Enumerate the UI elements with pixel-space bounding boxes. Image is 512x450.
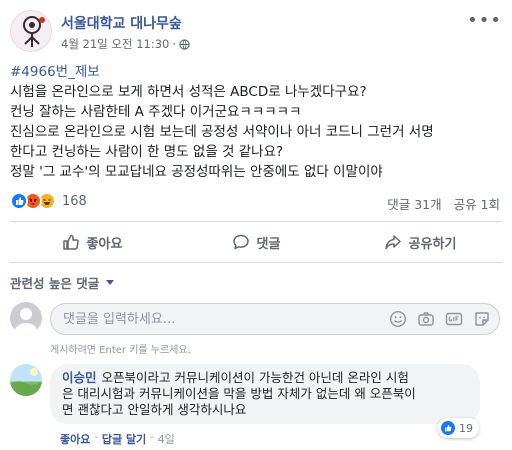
comment-composer — [50, 303, 500, 335]
comment-text-line: 오픈북이라고 커뮤니케이션이 가능한건 아닌데 온라인 시험 — [101, 370, 409, 385]
post-hashtag[interactable]: #4966번_제보 — [10, 64, 100, 80]
comment-button[interactable]: 댓글 — [174, 226, 338, 258]
comment-reaction-badge[interactable]: 19 — [438, 418, 479, 438]
sticker-icon[interactable] — [473, 310, 491, 328]
comment-author[interactable]: 이승민 — [62, 370, 97, 385]
like-reaction-icon — [10, 192, 28, 210]
user-avatar[interactable] — [10, 302, 42, 334]
comment-text-line: 면 괜찮다고 안일하게 생각하시나요 — [62, 402, 247, 417]
comment-count[interactable]: 댓글 31개 — [387, 197, 441, 212]
post-body: #4966번_제보 시험을 온라인으로 보게 하면서 성적은 ABCD로 나누겠… — [10, 62, 504, 182]
post-header: 서울대학교 대나무숲 4월 21일 오전 11:30 · ••• — [10, 8, 502, 56]
more-horizontal-icon[interactable]: ••• — [467, 12, 502, 30]
post-stats: 168 댓글 31개 공유 1회 — [10, 192, 502, 214]
post-line: 진심으로 온라인으로 시험 보는데 공정성 서약이나 아너 코드니 그런거 서명 — [10, 124, 434, 140]
post-line: 정말 '그 교수'의 모교답네요 공정성따위는 안중에도 없다 이말이야 — [10, 164, 383, 180]
reaction-summary[interactable]: 168 — [10, 192, 87, 210]
comment-sort-label: 관련성 높은 댓글 — [10, 276, 100, 291]
page-name[interactable]: 서울대학교 대나무숲 — [61, 13, 182, 33]
like-button[interactable]: 좋아요 — [10, 226, 174, 258]
comment-bubble: 이승민 오픈북이라고 커뮤니케이션이 가능한건 아닌데 온라인 시험 은 대리시험… — [50, 364, 480, 424]
reaction-count: 168 — [62, 193, 87, 209]
post-actions: 좋아요 댓글 공유하기 — [10, 226, 502, 258]
comment-dot: · — [94, 431, 98, 444]
share-arrow-icon — [384, 235, 401, 250]
post-line: 시험을 온라인으로 보게 하면서 성적은 ABCD로 나누겠다구요? — [10, 84, 367, 100]
comment-input[interactable] — [63, 304, 393, 334]
gif-icon[interactable] — [445, 310, 463, 328]
comment-reply-link[interactable]: 답글 달기 — [102, 431, 146, 447]
comment-actions: 좋아요 · 답글 달기 · 4일 — [60, 431, 175, 447]
thumbs-up-icon — [62, 234, 79, 250]
share-label: 공유하기 — [408, 236, 457, 252]
share-button[interactable]: 공유하기 — [338, 226, 502, 258]
comment-sort-dropdown[interactable]: 관련성 높은 댓글 — [10, 273, 115, 292]
comment-text-line: 은 대리시험과 커뮤니케이션을 막을 방법 자체가 없는데 왜 오픈북이 — [62, 386, 416, 401]
comment-share-counts: 댓글 31개 공유 1회 — [387, 194, 500, 213]
chevron-down-icon — [106, 280, 115, 285]
divider — [10, 221, 502, 222]
comment-label: 댓글 — [256, 236, 281, 252]
commenter-avatar[interactable] — [10, 364, 42, 396]
share-count[interactable]: 공유 1회 — [454, 197, 500, 212]
comment-reaction-count: 19 — [459, 421, 473, 435]
divider — [10, 262, 502, 263]
comment-like-link[interactable]: 좋아요 — [60, 431, 90, 447]
comment-bubble-icon — [232, 234, 249, 250]
input-hint: 게시하려면 Enter 키를 누르세요. — [50, 345, 191, 356]
like-reaction-icon — [441, 421, 455, 435]
post-meta: 4월 21일 오전 11:30 · — [61, 36, 190, 52]
post-line: 컨닝 잘하는 사람한테 A 주겠다 이거군요ㅋㅋㅋㅋㅋ — [10, 104, 302, 120]
post-timestamp[interactable]: 4월 21일 오전 11:30 — [61, 36, 169, 52]
comment-age[interactable]: 4일 — [158, 431, 175, 447]
post-line: 한다고 컨닝하는 사람이 한 명도 없을 것 같나요? — [10, 144, 284, 160]
globe-icon — [179, 38, 190, 50]
emoji-icon[interactable] — [389, 310, 407, 328]
page-avatar[interactable] — [10, 10, 52, 52]
like-label: 좋아요 — [86, 236, 123, 252]
meta-separator: · — [172, 37, 177, 51]
comment-dot: · — [150, 431, 154, 444]
camera-icon[interactable] — [417, 310, 435, 328]
